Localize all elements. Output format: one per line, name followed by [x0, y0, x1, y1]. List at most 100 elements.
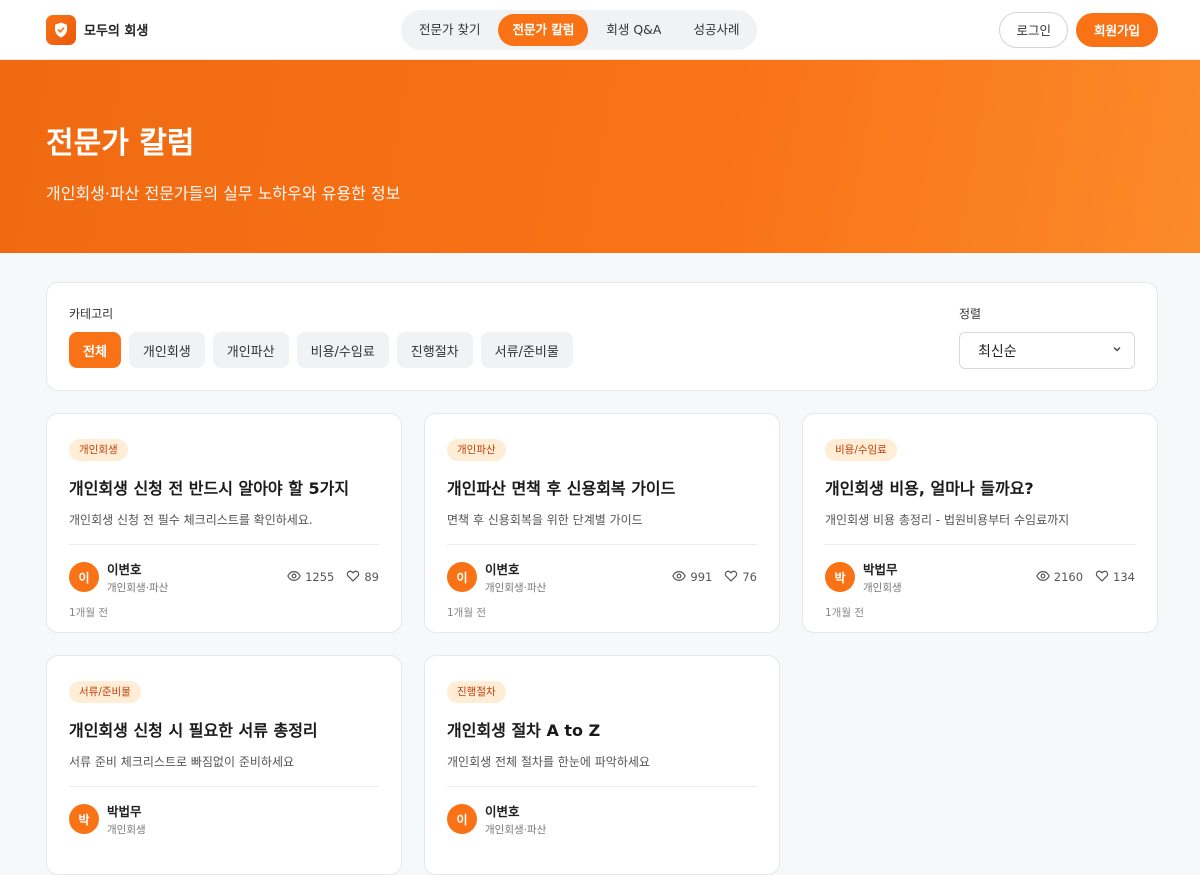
likes-stat: 76 — [724, 569, 757, 586]
nav-item-expert-column[interactable]: 전문가 칼럼 — [498, 14, 589, 46]
column-card[interactable]: 서류/준비물 개인회생 신청 시 필요한 서류 총정리 서류 준비 체크리스트로… — [46, 655, 402, 875]
author-info: 박법무 개인회생 — [107, 801, 146, 837]
author-info: 이변호 개인회생·파산 — [485, 559, 546, 595]
header-actions: 로그인 회원가입 — [999, 11, 1158, 48]
card-title: 개인회생 절차 A to Z — [447, 721, 601, 740]
heart-icon — [346, 569, 360, 586]
likes-stat: 89 — [346, 569, 379, 586]
nav-item-success-stories[interactable]: 성공사례 — [679, 14, 753, 46]
author-field: 개인회생 — [107, 824, 146, 836]
avatar: 박 — [825, 562, 855, 592]
card-divider — [825, 544, 1135, 545]
shield-check-icon — [46, 14, 76, 45]
nav-item-qna[interactable]: 회생 Q&A — [592, 14, 675, 46]
author-info: 이변호 개인회생·파산 — [485, 801, 546, 837]
card-divider — [69, 544, 379, 545]
eye-icon — [1035, 569, 1050, 586]
heart-icon — [724, 569, 738, 586]
avatar: 이 — [69, 562, 99, 592]
category-tag: 개인파산 — [447, 439, 506, 461]
category-chip-rehabilitation[interactable]: 개인회생 — [128, 332, 205, 368]
card-stats: 991 76 — [672, 569, 757, 586]
card-stats: 1255 89 — [287, 569, 379, 586]
author-name: 박법무 — [107, 804, 142, 819]
avatar: 이 — [447, 804, 477, 834]
brand-name: 모두의 회생 — [84, 24, 149, 39]
column-card[interactable]: 개인회생 개인회생 신청 전 반드시 알아야 할 5가지 개인회생 신청 전 필… — [46, 413, 402, 633]
author-name: 박법무 — [863, 562, 898, 577]
category-chip-bankruptcy[interactable]: 개인파산 — [212, 332, 289, 368]
card-divider — [447, 786, 757, 787]
posted-time: 1개월 전 — [447, 607, 486, 619]
posted-time: 1개월 전 — [69, 607, 108, 619]
card-footer: 이 이변호 개인회생·파산 1255 89 — [69, 559, 379, 595]
card-title: 개인회생 비용, 얼마나 들까요? — [825, 479, 1034, 498]
card-title: 개인파산 면책 후 신용회복 가이드 — [447, 479, 676, 498]
views-count: 1255 — [305, 570, 335, 584]
category-tag: 서류/준비물 — [69, 681, 141, 703]
views-stat: 1255 — [287, 569, 334, 586]
likes-count: 76 — [742, 570, 757, 584]
category-chip-cost[interactable]: 비용/수임료 — [296, 332, 389, 368]
sort-select[interactable]: 최신순 — [959, 332, 1135, 369]
filter-panel: 카테고리 전체 개인회생 개인파산 비용/수임료 진행절차 서류/준비물 정렬 … — [46, 282, 1158, 391]
nav-item-find-expert[interactable]: 전문가 찾기 — [405, 14, 494, 46]
views-count: 2160 — [1053, 570, 1084, 584]
card-footer: 이 이변호 개인회생·파산 991 76 — [447, 559, 757, 595]
category-tag: 진행절차 — [447, 681, 506, 703]
category-tag: 비용/수임료 — [825, 439, 897, 461]
likes-count: 89 — [364, 570, 379, 584]
eye-icon — [672, 569, 687, 586]
card-description: 서류 준비 체크리스트로 빠짐없이 준비하세요 — [69, 755, 295, 769]
author-field: 개인회생·파산 — [107, 582, 169, 594]
author-name: 이변호 — [485, 562, 520, 577]
card-title: 개인회생 신청 시 필요한 서류 총정리 — [69, 721, 318, 740]
author-field: 개인회생·파산 — [485, 582, 547, 594]
card-description: 개인회생 비용 총정리 - 법원비용부터 수임료까지 — [825, 513, 1070, 527]
posted-time: 1개월 전 — [825, 607, 864, 619]
login-button[interactable]: 로그인 — [999, 11, 1068, 48]
category-chip-all[interactable]: 전체 — [69, 332, 121, 368]
brand-logo[interactable]: 모두의 회생 — [46, 14, 149, 45]
card-divider — [447, 544, 757, 545]
hero-banner: 전문가 칼럼 개인회생·파산 전문가들의 실무 노하우와 유용한 정보 — [0, 60, 1200, 253]
card-divider — [69, 786, 379, 787]
author-info: 이변호 개인회생·파산 — [107, 559, 168, 595]
card-footer: 이 이변호 개인회생·파산 — [447, 801, 757, 837]
column-card[interactable]: 진행절차 개인회생 절차 A to Z 개인회생 전체 절차를 한눈에 파악하세… — [424, 655, 780, 875]
page-subtitle: 개인회생·파산 전문가들의 실무 노하우와 유용한 정보 — [46, 184, 401, 203]
column-card[interactable]: 개인파산 개인파산 면책 후 신용회복 가이드 면책 후 신용회복을 위한 단계… — [424, 413, 780, 633]
avatar: 박 — [69, 804, 99, 834]
top-header: 모두의 회생 전문가 찾기 전문가 칼럼 회생 Q&A 성공사례 로그인 회원가… — [0, 0, 1200, 60]
sort-value: 최신순 — [978, 343, 1017, 360]
card-footer: 박 박법무 개인회생 — [69, 801, 379, 837]
main-nav: 전문가 찾기 전문가 칼럼 회생 Q&A 성공사례 — [401, 10, 758, 50]
category-chip-documents[interactable]: 서류/준비물 — [480, 332, 573, 368]
sort-label: 정렬 — [959, 307, 982, 321]
card-description: 개인회생 전체 절차를 한눈에 파악하세요 — [447, 755, 650, 769]
page-title: 전문가 칼럼 — [46, 126, 195, 161]
likes-count: 134 — [1113, 570, 1135, 584]
chevron-down-icon — [1112, 344, 1122, 357]
eye-icon — [287, 569, 301, 586]
card-description: 면책 후 신용회복을 위한 단계별 가이드 — [447, 513, 643, 527]
author-info: 박법무 개인회생 — [863, 559, 902, 595]
author-name: 이변호 — [485, 804, 520, 819]
author-field: 개인회생 — [863, 582, 902, 594]
column-card[interactable]: 비용/수임료 개인회생 비용, 얼마나 들까요? 개인회생 비용 총정리 - 법… — [802, 413, 1158, 633]
card-description: 개인회생 신청 전 필수 체크리스트를 확인하세요. — [69, 513, 313, 527]
category-tag: 개인회생 — [69, 439, 128, 461]
card-stats: 2160 134 — [1035, 569, 1135, 586]
author-field: 개인회생·파산 — [485, 824, 547, 836]
card-footer: 박 박법무 개인회생 2160 134 — [825, 559, 1135, 595]
likes-stat: 134 — [1095, 569, 1135, 586]
card-title: 개인회생 신청 전 반드시 알아야 할 5가지 — [69, 479, 350, 498]
views-count: 991 — [690, 570, 713, 584]
category-chip-procedure[interactable]: 진행절차 — [396, 332, 473, 368]
signup-button[interactable]: 회원가입 — [1075, 12, 1158, 47]
sort-control: 정렬 최신순 — [959, 305, 1135, 369]
heart-icon — [1095, 569, 1109, 586]
avatar: 이 — [447, 562, 477, 592]
views-stat: 991 — [672, 569, 712, 586]
views-stat: 2160 — [1035, 569, 1084, 586]
